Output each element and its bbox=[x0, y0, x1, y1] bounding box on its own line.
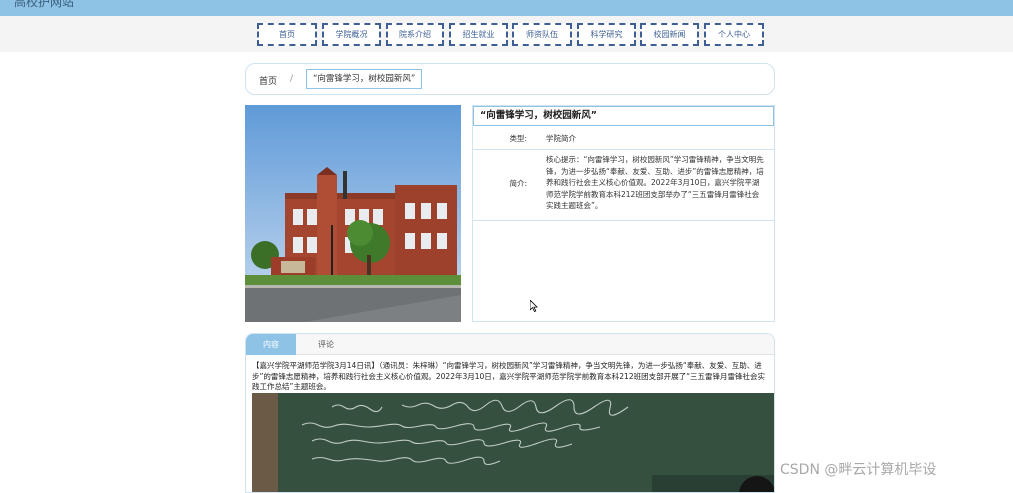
nav-about[interactable]: 学院概况 bbox=[322, 23, 381, 46]
type-value: 学院简介 bbox=[546, 134, 576, 143]
breadcrumb-home-link[interactable]: 首页 bbox=[259, 74, 277, 87]
site-title: 高校护网站 bbox=[14, 0, 75, 9]
watermark: CSDN @畔云计算机毕设 bbox=[780, 462, 937, 478]
article-body: 【嘉兴学院平湖师范学院3月14日讯】（通讯员：朱梓琳）“向雷锋学习，树校园新风”… bbox=[252, 361, 765, 391]
mouse-cursor-icon bbox=[530, 300, 538, 312]
content-panel: 内容 评论 【嘉兴学院平湖师范学院3月14日讯】（通讯员：朱梓琳）“向雷锋学习，… bbox=[245, 333, 775, 493]
tab-comment[interactable]: 评论 bbox=[306, 334, 346, 355]
type-label: 类型: bbox=[509, 134, 527, 143]
content-tabs: 内容 评论 bbox=[246, 334, 774, 355]
breadcrumb-current: “向雷锋学习，树校园新风” bbox=[306, 69, 423, 89]
news-title: “向雷锋学习，树校园新风” bbox=[473, 106, 774, 126]
nav-departments[interactable]: 院系介绍 bbox=[386, 23, 444, 46]
article-image-chalkboard bbox=[252, 393, 774, 492]
breadcrumb: 首页 / “向雷锋学习，树校园新风” bbox=[245, 63, 775, 95]
nav-campus-news[interactable]: 校园新闻 bbox=[640, 23, 699, 46]
nav-home[interactable]: 首页 bbox=[257, 23, 317, 46]
nav-faculty[interactable]: 师资队伍 bbox=[512, 23, 572, 46]
main-nav: 首页 学院概况 院系介绍 招生就业 师资队伍 科学研究 校园新闻 个人中心 bbox=[0, 16, 1013, 52]
nav-research[interactable]: 科学研究 bbox=[577, 23, 636, 46]
intro-label: 简介: bbox=[509, 179, 527, 188]
nav-admissions[interactable]: 招生就业 bbox=[449, 23, 508, 46]
intro-text: 核心提示：“向雷锋学习，树校园新风”学习雷锋精神，争当文明先锋，为进一步弘扬“奉… bbox=[546, 155, 764, 210]
news-image-campus-building bbox=[245, 105, 461, 322]
tab-content[interactable]: 内容 bbox=[246, 334, 296, 355]
news-detail-card: “向雷锋学习，树校园新风” 类型: 学院简介 简介: 核心提示：“向雷锋学习，树… bbox=[472, 105, 775, 322]
breadcrumb-separator: / bbox=[290, 74, 294, 84]
type-row: 类型: 学院简介 bbox=[473, 126, 774, 150]
intro-row: 简介: 核心提示：“向雷锋学习，树校园新风”学习雷锋精神，争当文明先锋，为进一步… bbox=[473, 150, 774, 221]
top-header-bar: 高校护网站 bbox=[0, 0, 1013, 16]
nav-user-center[interactable]: 个人中心 bbox=[704, 23, 764, 46]
